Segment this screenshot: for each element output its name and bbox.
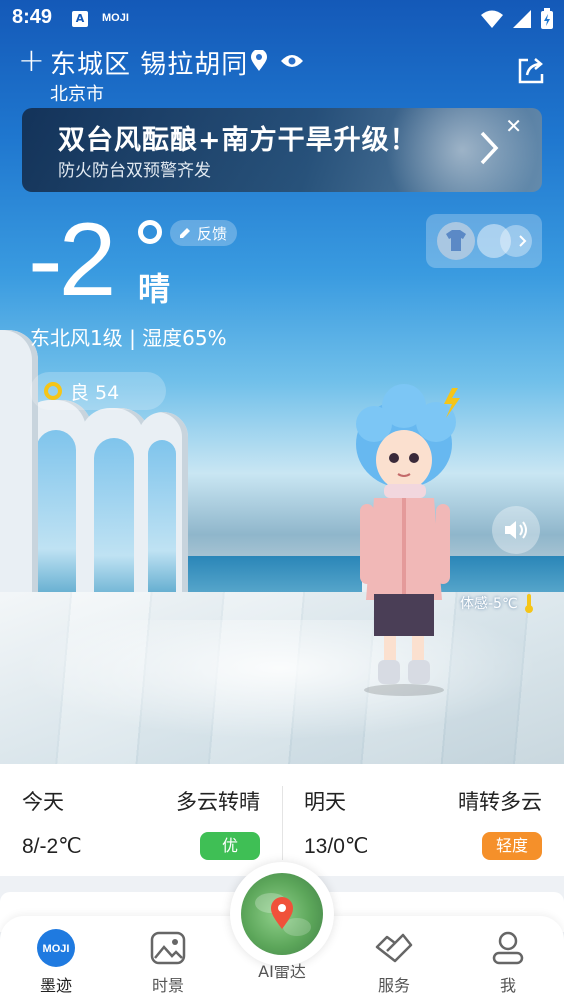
banner-subtitle: 防火防台双预警齐发 [58,161,211,181]
ai-radar-button[interactable] [230,862,334,966]
arch-opening [94,438,134,606]
nav-item-services[interactable]: 服务 [354,928,434,996]
signal-icon [513,10,531,28]
nav-item-scenes[interactable]: 时景 [128,928,208,996]
location-pin-icon [251,50,267,71]
feedback-button[interactable]: 反馈 [170,220,238,246]
close-icon[interactable]: ✕ [505,114,522,138]
forecast-condition: 晴转多云 [458,790,542,814]
share-icon[interactable] [516,56,546,86]
current-condition: 晴 [138,270,171,308]
pencil-icon [180,228,190,238]
voice-broadcast-button[interactable] [492,506,540,554]
forecast-aqi-badge: 轻度 [482,832,542,860]
feels-like: 体感-5℃ [460,592,536,614]
forecast-condition: 多云转晴 [176,790,260,814]
forecast-temp: 13/0℃ [304,835,369,858]
location-header: + 东城区 锡拉胡同 北京市 [0,40,564,106]
eye-icon[interactable] [280,53,304,69]
nav-item-me[interactable]: 我 [468,928,548,996]
speaker-icon [505,521,527,539]
feedback-label: 反馈 [197,224,228,243]
moji-notification-icon: MOJI [102,12,129,24]
forecast-temp: 8/-2℃ [22,835,82,858]
nav-label: 时景 [151,976,184,995]
weather-alert-banner[interactable]: 双台风酝酿+南方干旱升级！ 防火防台双预警齐发 ✕ [22,108,542,192]
map-pin-icon [255,893,311,936]
nav-label: 我 [499,976,516,995]
weather-avatar-character[interactable] [356,384,476,704]
banner-title: 双台风酝酿+南方干旱升级！ [58,125,418,156]
arch-structure [0,330,38,610]
arch-opening [148,440,176,598]
two-day-forecast: 今天 多云转晴 8/-2℃ 优 明天 晴转多云 13/0℃ 轻度 [0,764,564,876]
user-icon [492,931,524,965]
location-title[interactable]: 东城区 锡拉胡同 [50,44,248,81]
aqi-indicator-icon [44,382,62,400]
degree-symbol [138,220,162,244]
forecast-aqi-badge: 优 [200,832,260,860]
handshake-icon [375,933,413,963]
status-time: 8:49 [12,6,53,28]
forecast-day-label: 今天 [22,790,64,814]
clothing-icon [437,222,532,260]
status-bar: 8:49 A MOJI [0,0,564,38]
app-notification-icon: A [72,11,88,27]
moji-logo-icon: MOJI [37,929,75,967]
location-city: 北京市 [50,84,104,105]
battery-icon [541,8,553,29]
svg-text:MOJI: MOJI [43,943,70,955]
nav-label: 服务 [377,976,410,995]
wind-humidity: 东北风1级 | 湿度65% [30,326,227,350]
aqi-badge[interactable]: 良 54 [30,372,166,410]
wifi-icon [481,10,503,28]
nav-item-moji[interactable]: MOJI 墨迹 [16,928,96,996]
add-city-icon[interactable]: + [18,44,45,76]
feels-like-label: 体感-5℃ [460,596,518,612]
arch-opening [36,430,76,600]
forecast-today[interactable]: 今天 多云转晴 8/-2℃ 优 [0,764,282,876]
current-temperature: -2 [28,202,117,318]
thermometer-icon [524,594,533,613]
aqi-label: 良 54 [70,381,120,404]
forecast-day-label: 明天 [304,790,346,814]
radar-map-icon [241,873,323,955]
nav-label: 墨迹 [39,976,72,995]
image-icon [150,931,186,965]
chevron-right-icon [480,131,499,165]
outfit-suggestion-card[interactable] [426,214,542,268]
forecast-tomorrow[interactable]: 明天 晴转多云 13/0℃ 轻度 [282,764,564,876]
